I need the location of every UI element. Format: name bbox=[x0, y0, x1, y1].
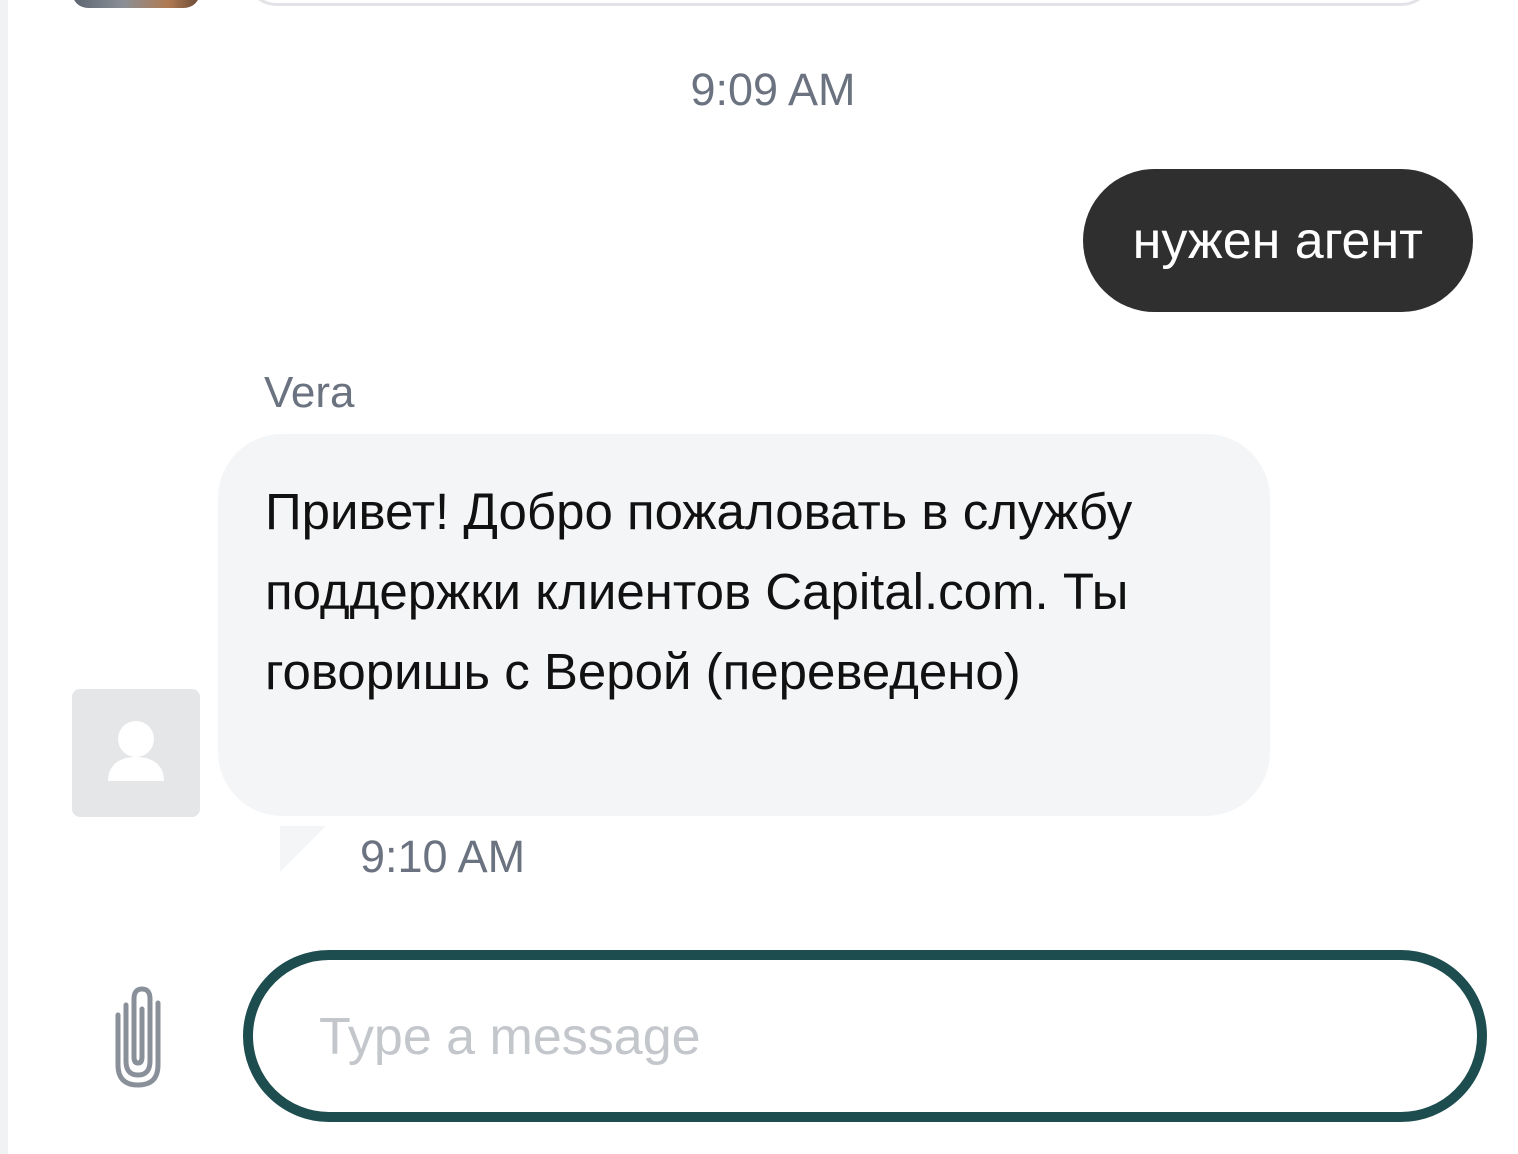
previous-message-bubble bbox=[244, 0, 1434, 6]
previous-message-avatar bbox=[72, 0, 200, 8]
chat-panel: 9:09 AM нужен агент Vera Привет! Добро п… bbox=[8, 0, 1518, 1154]
agent-avatar bbox=[72, 689, 200, 817]
message-timestamp: 9:09 AM bbox=[690, 64, 856, 115]
agent-bubble-tail bbox=[280, 826, 326, 872]
paperclip-icon bbox=[115, 986, 161, 1088]
agent-message-bubble: Привет! Добро пожаловать в службу поддер… bbox=[218, 434, 1270, 816]
attach-file-button[interactable] bbox=[98, 975, 178, 1095]
agent-name: Vera bbox=[264, 368, 355, 417]
message-input[interactable] bbox=[317, 960, 1421, 1114]
agent-message-time: 9:10 AM bbox=[360, 831, 526, 882]
message-input-container bbox=[243, 950, 1487, 1122]
user-message-text: нужен агент bbox=[1132, 211, 1423, 270]
agent-message-text: Привет! Добро пожаловать в службу поддер… bbox=[265, 483, 1133, 700]
user-silhouette-icon bbox=[108, 721, 164, 781]
user-message-bubble: нужен агент bbox=[1082, 169, 1473, 312]
